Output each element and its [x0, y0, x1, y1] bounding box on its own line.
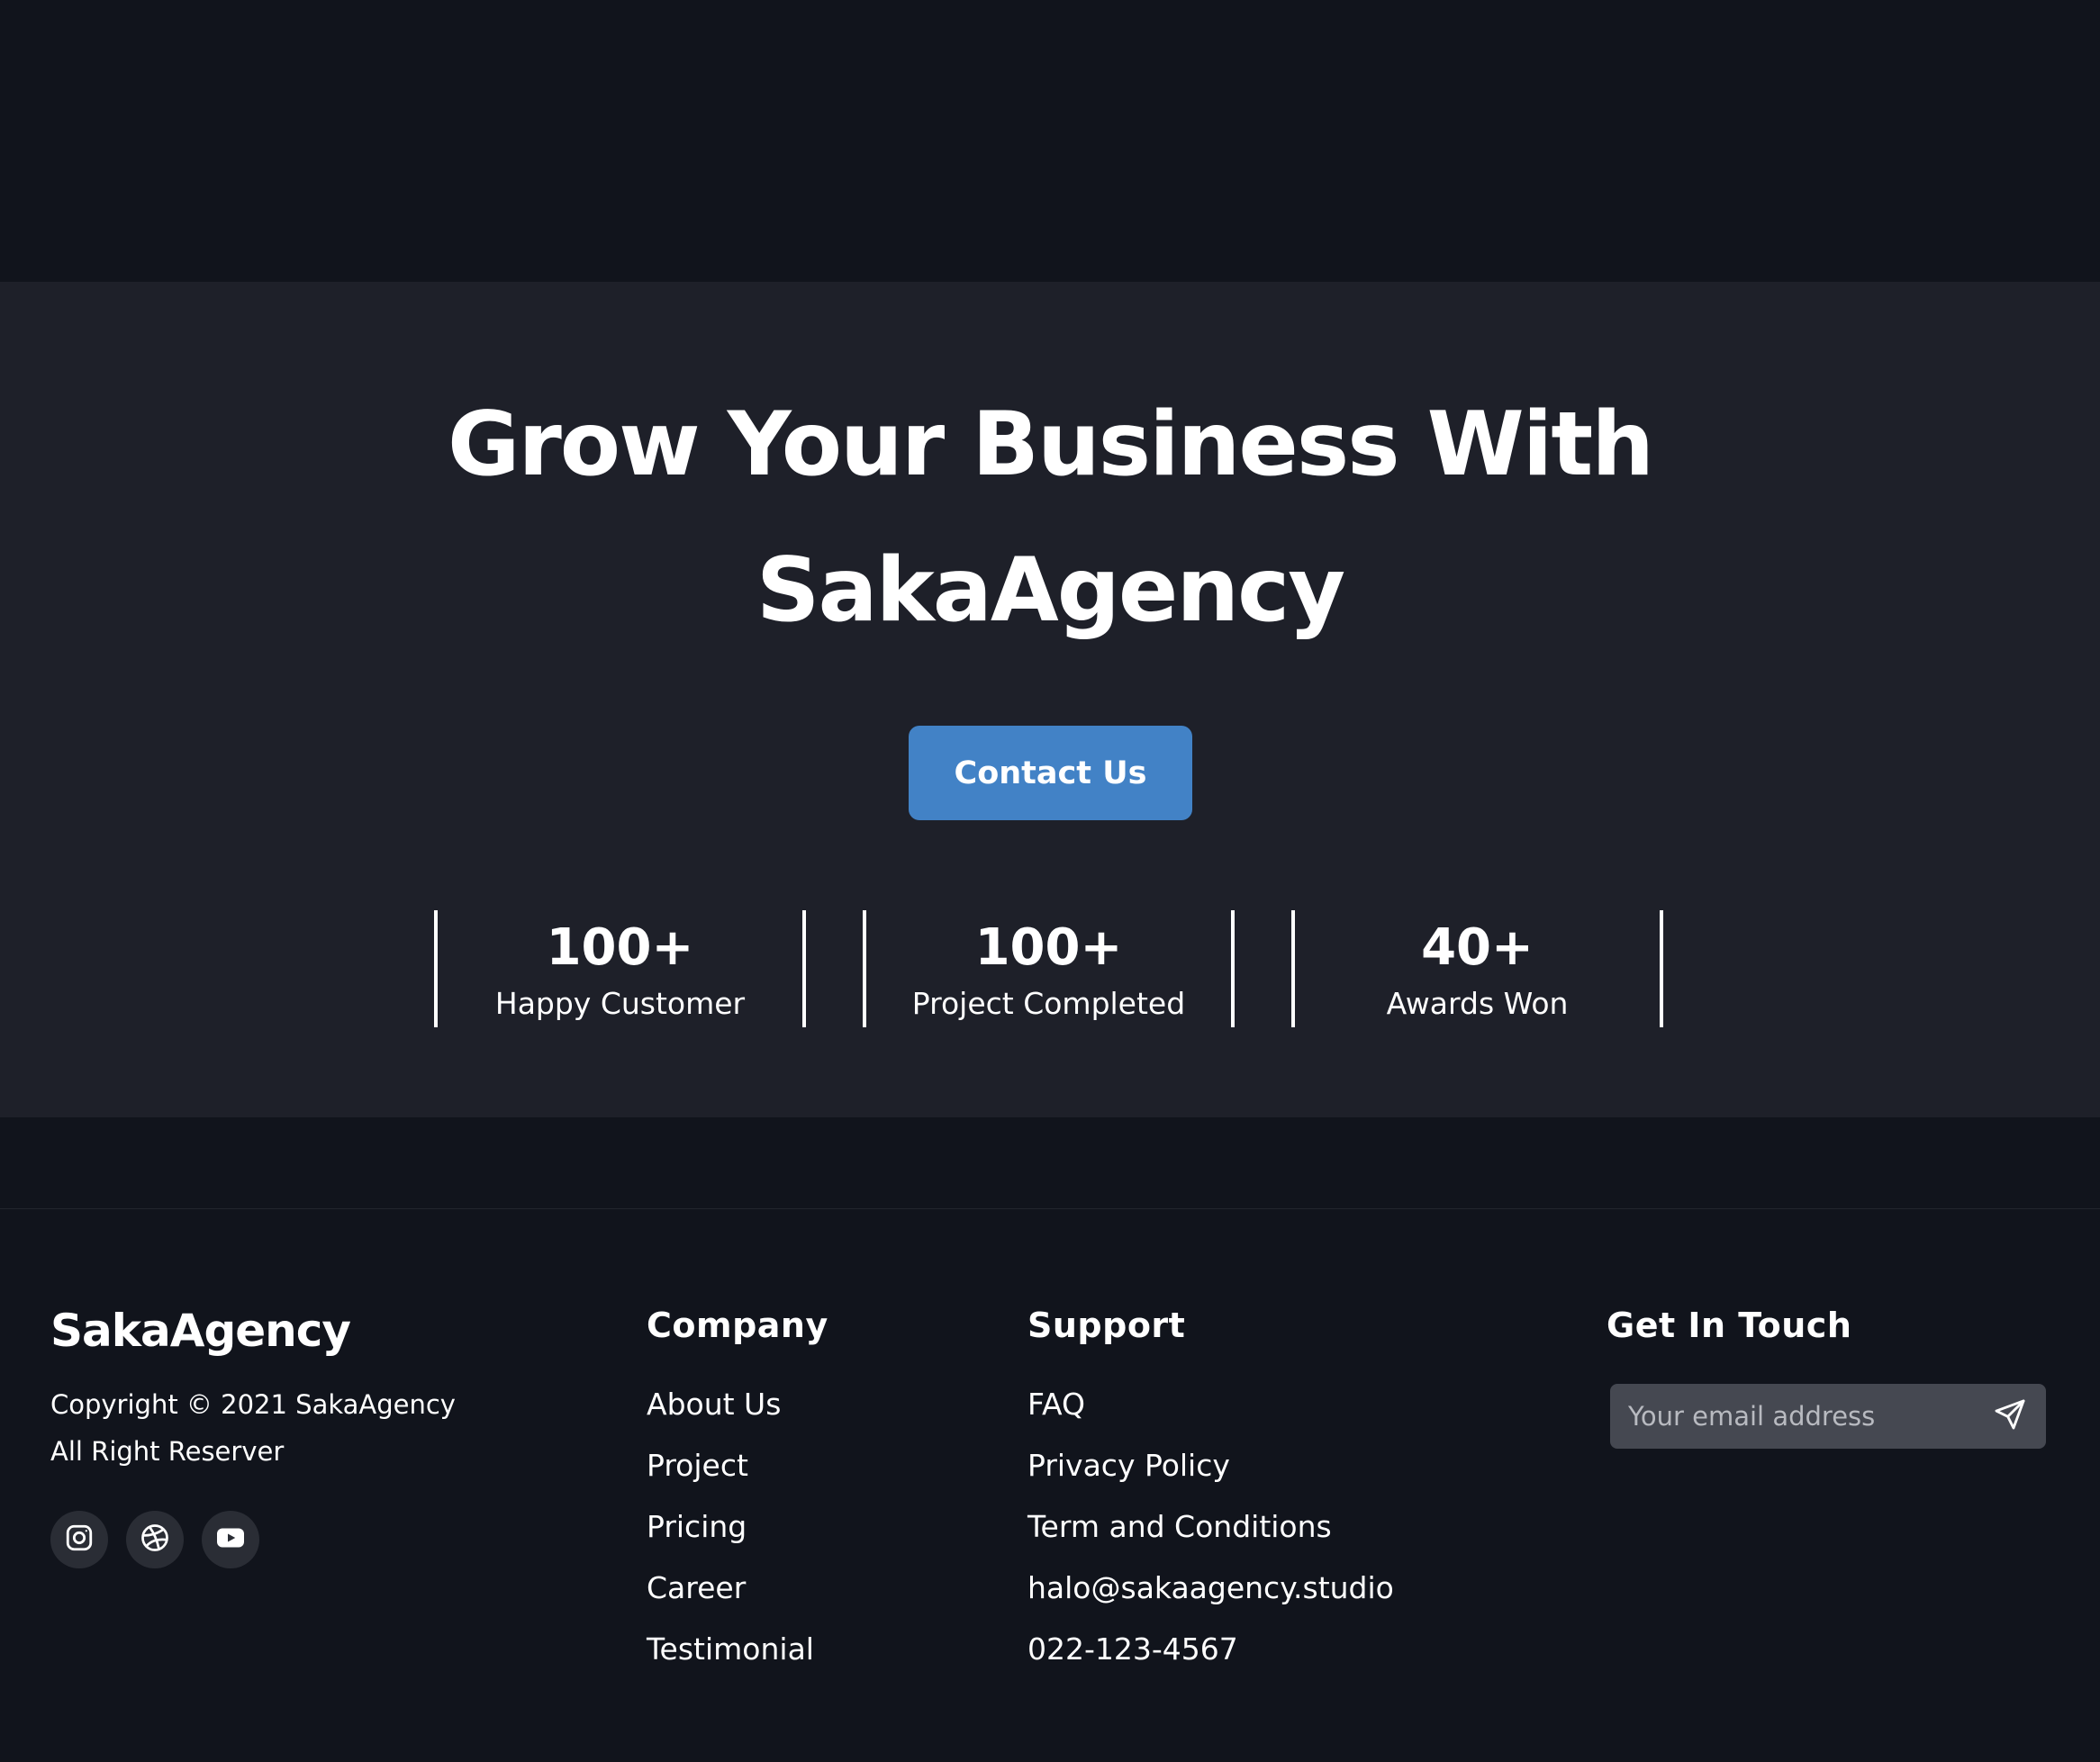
footer-link-career[interactable]: Career — [647, 1567, 746, 1610]
dribbble-icon — [139, 1522, 171, 1559]
instagram-icon — [64, 1523, 95, 1558]
contact-us-button[interactable]: Contact Us — [909, 726, 1192, 820]
stat-project-completed: 100+ Project Completed — [863, 910, 1235, 1027]
get-in-touch-heading: Get In Touch — [1607, 1306, 1852, 1345]
cta-title-line1: Grow Your Business With — [448, 393, 1654, 496]
stat-happy-customer: 100+ Happy Customer — [434, 910, 806, 1027]
youtube-button[interactable] — [202, 1511, 259, 1568]
footer-link-project[interactable]: Project — [647, 1444, 748, 1487]
stat-value: 100+ — [546, 918, 694, 977]
stat-awards-won: 40+ Awards Won — [1291, 910, 1663, 1027]
footer-link-about-us[interactable]: About Us — [647, 1383, 781, 1426]
rights-text: All Right Reserver — [50, 1436, 285, 1467]
footer-link-testimonial[interactable]: Testimonial — [647, 1628, 814, 1671]
footer-link-pricing[interactable]: Pricing — [647, 1505, 747, 1549]
stat-label: Project Completed — [911, 986, 1186, 1021]
footer-logo: SakaAgency — [50, 1305, 351, 1357]
dribbble-button[interactable] — [126, 1511, 184, 1568]
footer-link-email[interactable]: halo@sakaagency.studio — [1027, 1567, 1394, 1610]
footer-link-phone[interactable]: 022-123-4567 — [1027, 1628, 1238, 1671]
cta-title-line2: SakaAgency — [756, 539, 1345, 642]
send-icon — [1993, 1397, 2027, 1436]
footer-divider — [0, 1208, 2100, 1209]
send-button[interactable] — [1985, 1391, 2035, 1441]
stat-label: Awards Won — [1386, 986, 1569, 1021]
copyright-text: Copyright © 2021 SakaAgency — [50, 1389, 456, 1420]
footer-link-privacy-policy[interactable]: Privacy Policy — [1027, 1444, 1230, 1487]
support-heading: Support — [1027, 1306, 1186, 1345]
top-band — [0, 0, 2100, 282]
company-heading: Company — [647, 1306, 828, 1345]
youtube-icon — [214, 1522, 247, 1559]
stat-label: Happy Customer — [494, 986, 746, 1021]
footer-link-terms[interactable]: Term and Conditions — [1027, 1505, 1332, 1549]
email-subscribe-box — [1610, 1384, 2046, 1449]
footer-link-faq[interactable]: FAQ — [1027, 1383, 1085, 1426]
stat-value: 40+ — [1421, 918, 1534, 977]
email-input[interactable] — [1610, 1384, 1979, 1449]
page: Grow Your Business With SakaAgency Conta… — [0, 0, 2100, 1762]
instagram-button[interactable] — [50, 1511, 108, 1568]
stat-value: 100+ — [974, 918, 1123, 977]
